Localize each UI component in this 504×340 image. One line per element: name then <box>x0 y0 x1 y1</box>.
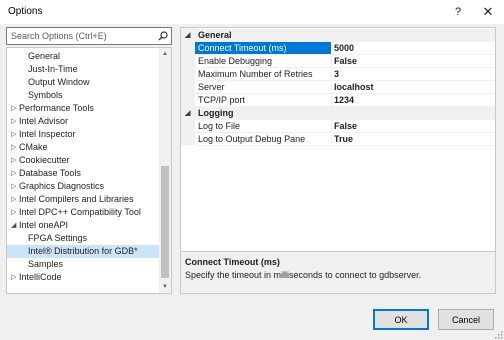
property-category-label: Logging <box>198 108 234 118</box>
property-row[interactable]: Connect Timeout (ms) 5000 <box>195 42 495 55</box>
property-value[interactable]: 5000 <box>334 42 354 55</box>
property-value[interactable]: False <box>334 120 357 133</box>
expand-arrow-icon[interactable]: ▷ <box>11 167 17 180</box>
tree-item-label: Intel oneAPI <box>19 220 69 230</box>
tree-item[interactable]: ▷ Intel Compilers and Libraries <box>7 193 159 206</box>
property-category[interactable]: ◢ Logging <box>181 107 495 120</box>
tree-item[interactable]: General <box>7 50 159 63</box>
property-value[interactable]: 1234 <box>334 94 354 107</box>
tree-item[interactable]: Symbols <box>7 89 159 102</box>
scroll-down-arrow-icon[interactable]: ▼ <box>159 281 171 293</box>
property-value[interactable]: False <box>334 55 357 68</box>
search-box[interactable] <box>6 27 172 45</box>
tree-item[interactable]: ▷ Cookiecutter <box>7 154 159 167</box>
tree-item-label: Intel Compilers and Libraries <box>19 194 134 204</box>
expand-arrow-icon[interactable]: ▷ <box>11 141 17 154</box>
property-value[interactable]: 3 <box>334 68 339 81</box>
tree-item-label: General <box>28 51 61 61</box>
tree-item[interactable]: ▷ IntelliCode <box>7 271 159 284</box>
tree-item-label: Output Window <box>28 77 90 87</box>
property-value[interactable]: True <box>334 133 353 146</box>
tree-item-label: Intel DPC++ Compatibility Tool <box>19 207 141 217</box>
resize-grip-icon[interactable] <box>494 330 503 339</box>
tree-item[interactable]: Output Window <box>7 76 159 89</box>
tree-item[interactable]: ▷ Intel Advisor <box>7 115 159 128</box>
property-name[interactable]: Enable Debugging <box>195 55 332 67</box>
tree-item-label: Just-In-Time <box>28 64 78 74</box>
expand-arrow-icon[interactable]: ▷ <box>11 271 17 284</box>
description-title: Connect Timeout (ms) <box>185 257 280 267</box>
expand-arrow-icon[interactable]: ▷ <box>11 102 17 115</box>
expand-arrow-icon[interactable]: ▷ <box>11 115 17 128</box>
collapse-arrow-icon[interactable]: ◢ <box>185 29 190 42</box>
tree-item-label: Performance Tools <box>19 103 94 113</box>
expand-arrow-icon[interactable]: ▷ <box>11 206 17 219</box>
ok-button[interactable]: OK <box>373 309 429 330</box>
tree-item[interactable]: Intel® Distribution for GDB* <box>7 245 159 258</box>
tree-item[interactable]: ◢ Intel oneAPI <box>7 219 159 232</box>
tree-item-label: Intel Advisor <box>19 116 69 126</box>
tree-item-label: Database Tools <box>19 168 81 178</box>
property-grid-gutter <box>181 28 195 145</box>
property-row[interactable]: Maximum Number of Retries 3 <box>195 68 495 81</box>
tree-item[interactable]: Samples <box>7 258 159 271</box>
tree-item-label: Graphics Diagnostics <box>19 181 105 191</box>
tree-item-label: Samples <box>28 259 64 269</box>
tree-item-label: Intel® Distribution for GDB* <box>28 246 138 256</box>
tree-item-label: Intel Inspector <box>19 129 76 139</box>
property-grid: ◢ General Connect Timeout (ms) 5000 Enable D… <box>180 27 496 294</box>
property-category[interactable]: ◢ General <box>181 29 495 42</box>
collapse-arrow-icon[interactable]: ◢ <box>185 107 190 120</box>
title-bar: Options ? ✕ <box>0 0 504 24</box>
property-row[interactable]: TCP/IP port 1234 <box>195 94 495 107</box>
property-value[interactable]: localhost <box>334 81 374 94</box>
property-name[interactable]: Connect Timeout (ms) <box>195 42 332 54</box>
property-name[interactable]: TCP/IP port <box>195 94 332 106</box>
tree-item[interactable]: FPGA Settings <box>7 232 159 245</box>
window-title: Options <box>8 6 43 17</box>
search-input[interactable] <box>7 28 153 44</box>
expand-arrow-icon[interactable]: ▷ <box>11 180 17 193</box>
tree-item-label: Cookiecutter <box>19 155 70 165</box>
search-icon[interactable] <box>158 31 168 41</box>
collapse-arrow-icon[interactable]: ◢ <box>11 219 17 232</box>
expand-arrow-icon[interactable]: ▷ <box>11 154 17 167</box>
scrollbar-thumb[interactable] <box>161 166 169 278</box>
property-row[interactable]: Log to Output Debug Pane True <box>195 133 495 146</box>
expand-arrow-icon[interactable]: ▷ <box>11 128 17 141</box>
options-tree[interactable]: General Just-In-Time Output Window Symbols ▷… <box>6 47 172 294</box>
cancel-button[interactable]: Cancel <box>438 309 494 330</box>
property-name[interactable]: Maximum Number of Retries <box>195 68 332 80</box>
tree-item[interactable]: ▷ Database Tools <box>7 167 159 180</box>
property-name[interactable]: Log to Output Debug Pane <box>195 133 332 145</box>
tree-item[interactable]: ▷ Intel Inspector <box>7 128 159 141</box>
tree-item[interactable]: Just-In-Time <box>7 63 159 76</box>
property-row[interactable]: Server localhost <box>195 81 495 94</box>
scroll-up-arrow-icon[interactable]: ▲ <box>159 48 171 60</box>
property-name[interactable]: Log to File <box>195 120 332 132</box>
tree-item[interactable]: ▷ CMake <box>7 141 159 154</box>
description-text: Specify the timeout in milliseconds to c… <box>185 270 422 280</box>
property-row[interactable]: Enable Debugging False <box>195 55 495 68</box>
property-category-label: General <box>198 30 232 40</box>
property-row[interactable]: Log to File False <box>195 120 495 133</box>
close-icon[interactable]: ✕ <box>476 2 500 22</box>
tree-item-label: FPGA Settings <box>28 233 88 243</box>
help-icon[interactable]: ? <box>446 2 470 22</box>
tree-item[interactable]: ▷ Intel DPC++ Compatibility Tool <box>7 206 159 219</box>
tree-item[interactable]: ▷ Performance Tools <box>7 102 159 115</box>
expand-arrow-icon[interactable]: ▷ <box>11 193 17 206</box>
tree-item-label: CMake <box>19 142 48 152</box>
tree-item-label: Symbols <box>28 90 63 100</box>
property-name[interactable]: Server <box>195 81 332 93</box>
tree-scrollbar[interactable]: ▲ ▼ <box>159 48 171 293</box>
description-pane: Connect Timeout (ms) Specify the timeout… <box>181 252 495 293</box>
tree-item-label: IntelliCode <box>19 272 62 282</box>
tree-item[interactable]: ▷ Graphics Diagnostics <box>7 180 159 193</box>
